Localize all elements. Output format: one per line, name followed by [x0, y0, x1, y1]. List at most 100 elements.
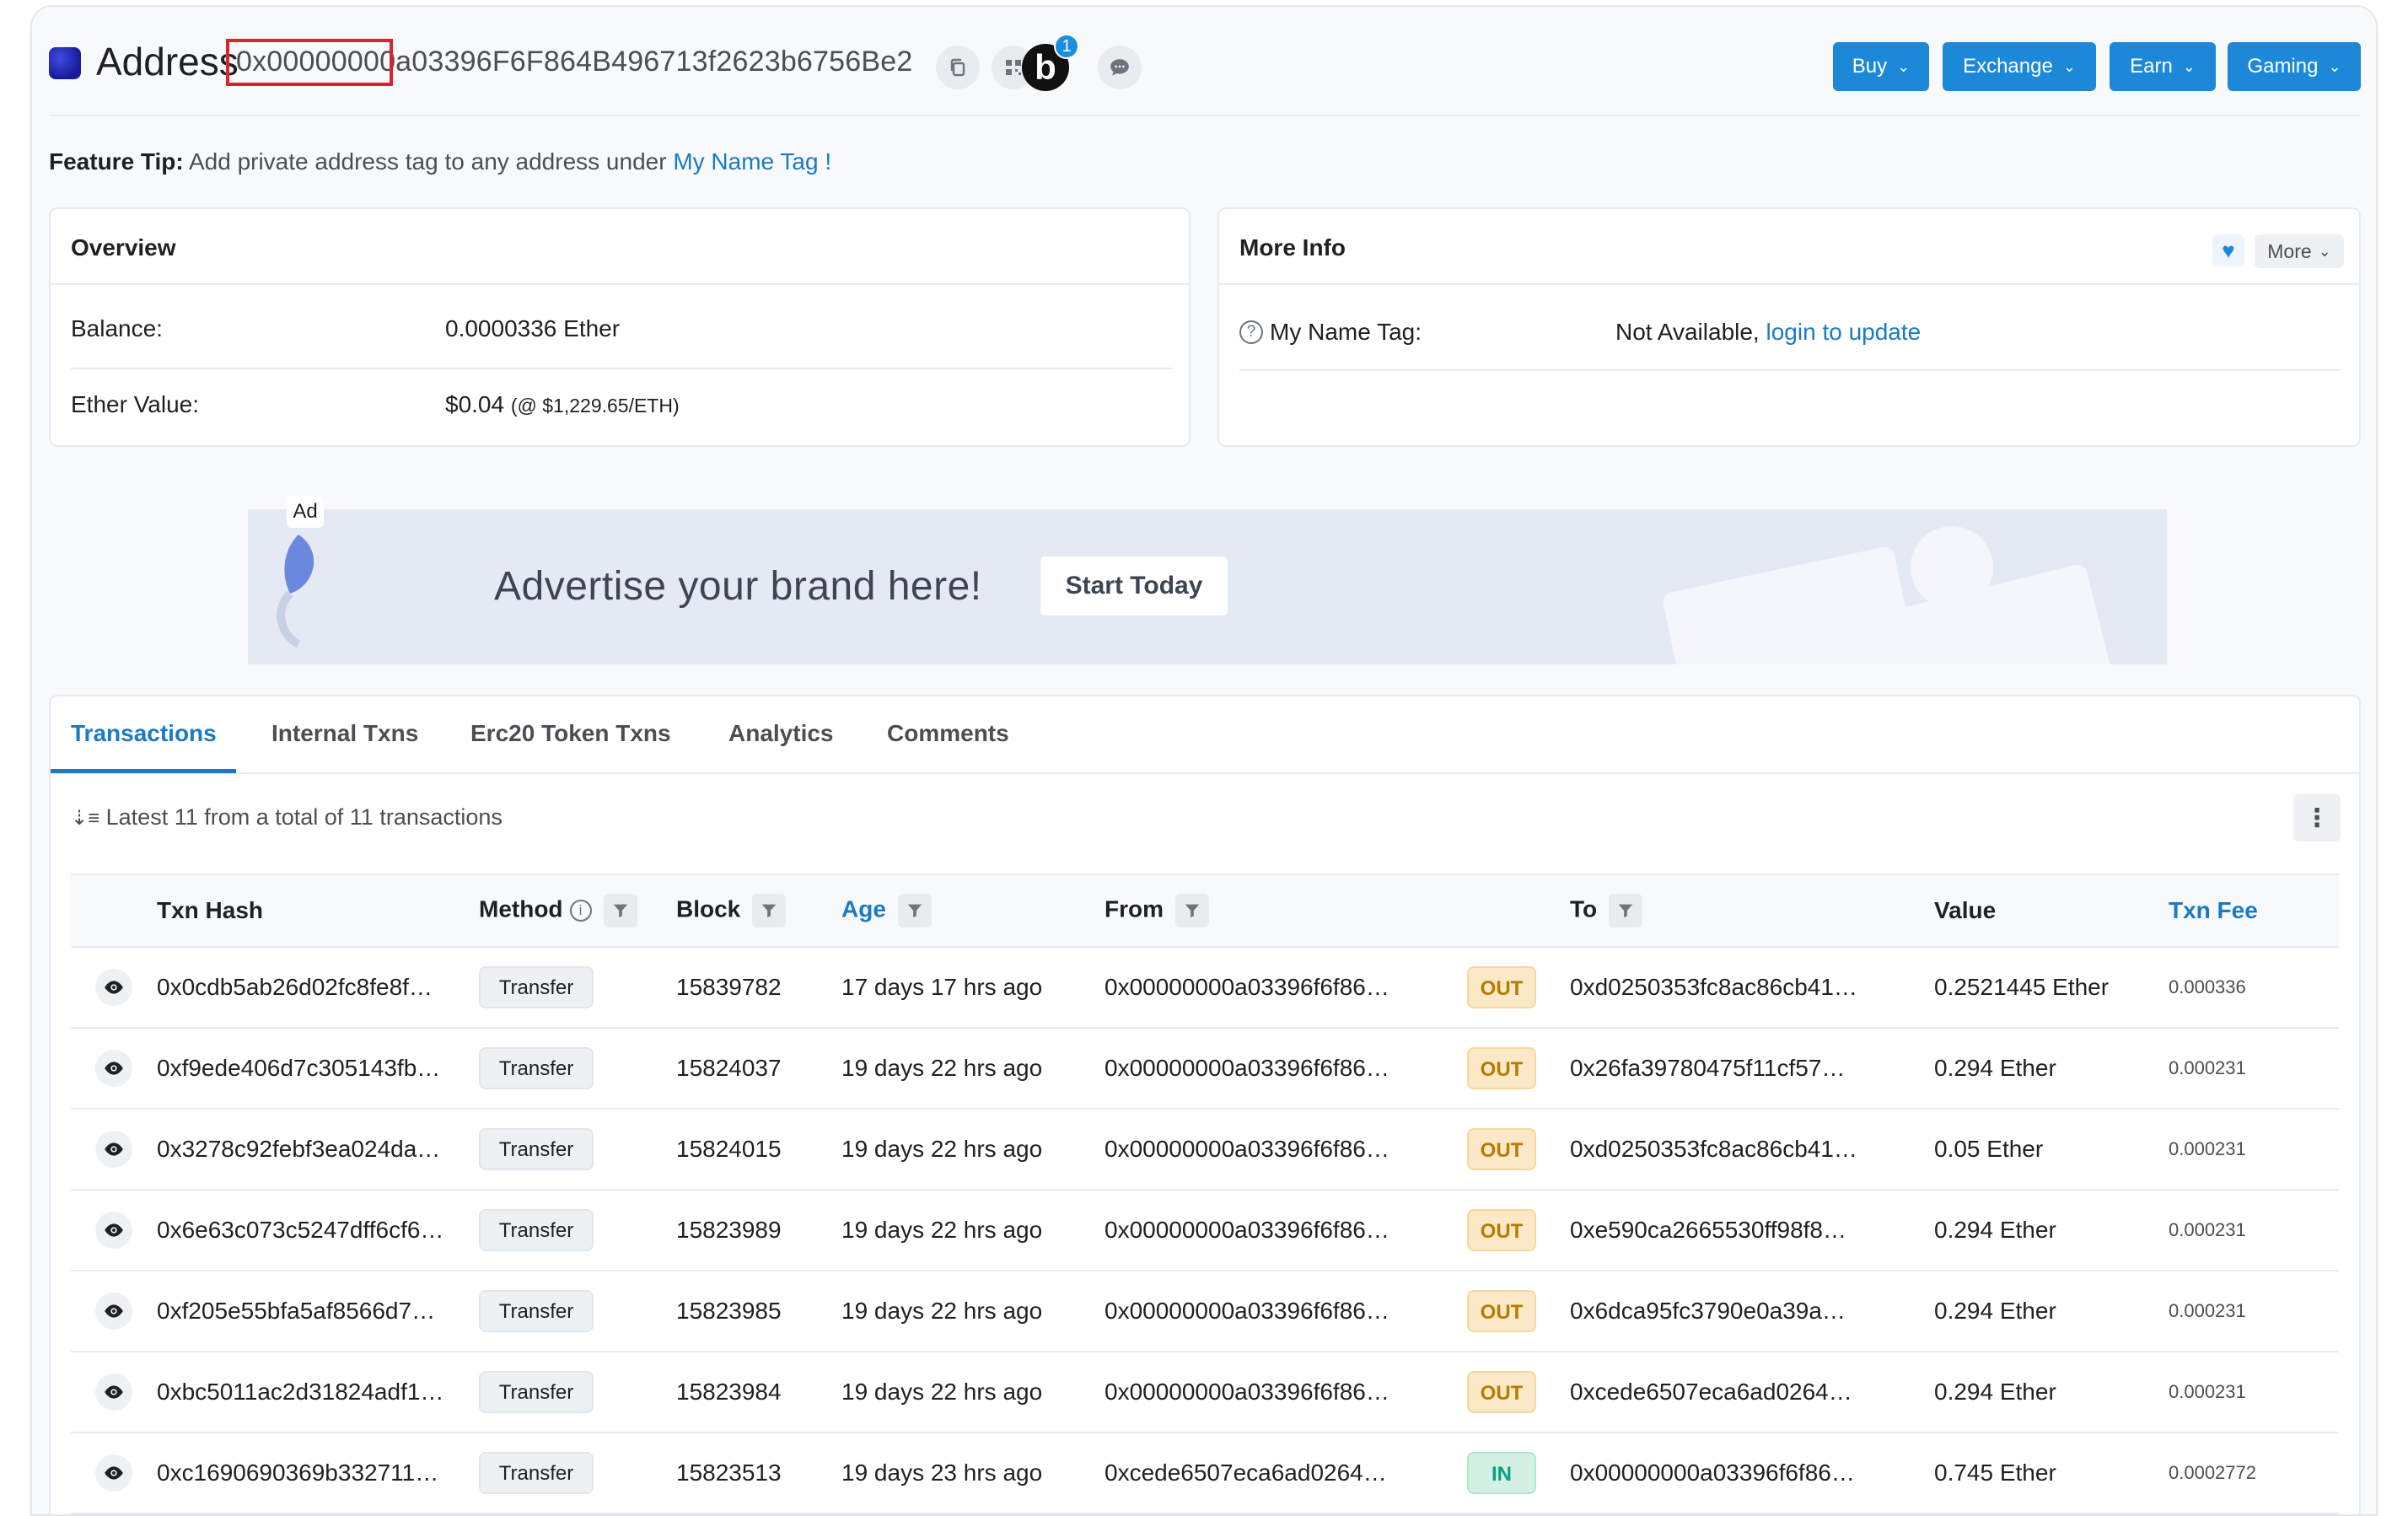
txn-hash-link[interactable]: 0x6e63c073c5247dff6cf6… [157, 1190, 479, 1271]
age-cell: 19 days 22 hrs ago [841, 1352, 1105, 1433]
to-address[interactable]: 0xe590ca2665530ff98f8… [1570, 1190, 1934, 1271]
direction-badge: OUT [1467, 1290, 1536, 1332]
copy-address-icon[interactable] [936, 46, 980, 89]
filter-icon[interactable] [603, 894, 637, 927]
from-address[interactable]: 0xcede6507eca6ad0264… [1105, 1433, 1467, 1514]
txn-hash-link[interactable]: 0xf9ede406d7c305143fb… [157, 1028, 479, 1110]
name-tag-status: Not Available, [1615, 319, 1760, 345]
chevron-down-icon: ⌄ [1897, 57, 1911, 75]
txn-hash-link[interactable]: 0xbc5011ac2d31824adf1… [157, 1352, 479, 1433]
to-address[interactable]: 0x6dca95fc3790e0a39a… [1570, 1271, 1934, 1352]
tab-erc20-token-txns[interactable]: Erc20 Token Txns [470, 720, 671, 747]
earn-button[interactable]: Earn ⌄ [2110, 42, 2216, 91]
block-link[interactable]: 15824015 [676, 1109, 841, 1191]
age-header-label[interactable]: Age [841, 895, 886, 922]
eye-column-header [71, 874, 157, 948]
table-row: 0xc1690690369b332711… Transfer 15823513 19 … [71, 1433, 2339, 1514]
ether-value-label: Ether Value: [71, 391, 200, 417]
value-cell: 0.745 Ether [1934, 1433, 2169, 1514]
method-badge: Transfer [479, 1371, 594, 1413]
tab-analytics[interactable]: Analytics [728, 720, 834, 747]
direction-cell: OUT [1467, 947, 1570, 1029]
eye-icon[interactable] [95, 1374, 132, 1411]
address-identicon-icon [49, 47, 81, 79]
ad-banner[interactable]: Advertise your brand here! Start Today [248, 509, 2167, 664]
my-name-tag-link[interactable]: My Name Tag ! [673, 148, 831, 175]
address-header: Address 0x00000000a03396F6F864B496713f26… [49, 34, 2361, 98]
eye-cell [71, 1352, 157, 1433]
tab-bar: Transactions Internal Txns Erc20 Token T… [51, 696, 2359, 774]
method-badge: Transfer [479, 1209, 594, 1251]
eye-icon[interactable] [95, 969, 132, 1006]
block-link[interactable]: 15839782 [676, 947, 841, 1029]
eye-icon[interactable] [95, 1293, 132, 1330]
txn-fee-cell: 0.000231 [2169, 1352, 2339, 1433]
chevron-down-icon: ⌄ [2062, 57, 2076, 75]
method-badge: Transfer [479, 1128, 594, 1170]
filter-icon[interactable] [1609, 894, 1643, 927]
age-cell: 19 days 22 hrs ago [841, 1028, 1105, 1110]
method-badge: Transfer [479, 1290, 594, 1332]
direction-badge: OUT [1467, 1128, 1536, 1170]
txn-hash-link[interactable]: 0xc1690690369b332711… [157, 1433, 479, 1514]
buy-button[interactable]: Buy ⌄ [1833, 42, 1929, 91]
block-link[interactable]: 15823984 [676, 1352, 841, 1433]
block-link[interactable]: 15823513 [676, 1433, 841, 1514]
direction-cell: OUT [1467, 1109, 1570, 1191]
to-address[interactable]: 0x26fa39780475f11cf57… [1570, 1028, 1934, 1110]
txn-fee-header[interactable]: Txn Fee [2169, 874, 2339, 948]
to-address[interactable]: 0xcede6507eca6ad0264… [1570, 1352, 1934, 1433]
more-options-icon[interactable]: ⋮ [2293, 794, 2341, 841]
exchange-button[interactable]: Exchange ⌄ [1943, 42, 2096, 91]
txn-hash-link[interactable]: 0xf205e55bfa5af8566d7… [157, 1271, 479, 1352]
header-divider [49, 115, 2361, 116]
chevron-down-icon: ⌄ [2328, 57, 2341, 75]
filter-icon[interactable] [1175, 894, 1209, 927]
to-address: 0x00000000a03396f6f86… [1570, 1433, 1934, 1514]
direction-badge: OUT [1467, 1047, 1536, 1089]
method-header: Method i [479, 874, 676, 948]
method-badge: Transfer [479, 966, 594, 1008]
more-dropdown[interactable]: More ⌄ [2255, 234, 2344, 268]
to-address[interactable]: 0xd0250353fc8ac86cb41… [1570, 947, 1934, 1029]
eye-icon[interactable] [95, 1454, 132, 1492]
txn-fee-cell: 0.0002772 [2169, 1433, 2339, 1514]
txn-hash-link[interactable]: 0x0cdb5ab26d02fc8fe8f… [157, 947, 479, 1029]
txn-hash-link[interactable]: 0x3278c92febf3ea024da… [157, 1109, 479, 1191]
tab-internal-txns[interactable]: Internal Txns [271, 720, 418, 747]
txn-fee-cell: 0.000231 [2169, 1109, 2339, 1191]
heart-icon[interactable]: ♥ [2212, 234, 2244, 266]
eye-icon[interactable] [95, 1131, 132, 1168]
block-link[interactable]: 15823989 [676, 1190, 841, 1271]
ad-decoration [1911, 526, 1993, 609]
block-header-label: Block [676, 895, 741, 922]
method-cell: Transfer [479, 1028, 676, 1110]
sort-icon: ⇣≡ [71, 807, 100, 830]
login-to-update-link[interactable]: login to update [1766, 319, 1922, 345]
eye-icon[interactable] [95, 1212, 132, 1249]
block-link[interactable]: 15823985 [676, 1271, 841, 1352]
from-address: 0x00000000a03396f6f86… [1105, 1352, 1467, 1433]
to-address[interactable]: 0xd0250353fc8ac86cb41… [1570, 1109, 1934, 1191]
direction-cell: OUT [1467, 1352, 1570, 1433]
block-link[interactable]: 15824037 [676, 1028, 841, 1110]
age-header[interactable]: Age [841, 874, 1105, 948]
value-cell: 0.294 Ether [1934, 1190, 2169, 1271]
method-cell: Transfer [479, 1433, 676, 1514]
txn-fee-cell: 0.000231 [2169, 1271, 2339, 1352]
filter-icon[interactable] [752, 894, 787, 927]
ether-rate: (@ $1,229.65/ETH) [510, 395, 680, 417]
method-cell: Transfer [479, 1190, 676, 1271]
filter-icon[interactable] [897, 894, 932, 927]
start-today-button[interactable]: Start Today [1040, 556, 1228, 616]
tab-transactions[interactable]: Transactions [71, 720, 217, 747]
info-icon[interactable]: i [569, 900, 592, 922]
eye-cell [71, 1109, 157, 1191]
balance-value: 0.0000336 Ether [445, 315, 621, 341]
page-content: Address 0x00000000a03396F6F864B496713f26… [49, 7, 2361, 1514]
gaming-button[interactable]: Gaming ⌄ [2228, 42, 2361, 91]
to-header: To [1570, 874, 1934, 948]
tab-comments[interactable]: Comments [887, 720, 1009, 747]
eye-icon[interactable] [95, 1050, 132, 1087]
comment-icon[interactable] [1098, 46, 1142, 89]
